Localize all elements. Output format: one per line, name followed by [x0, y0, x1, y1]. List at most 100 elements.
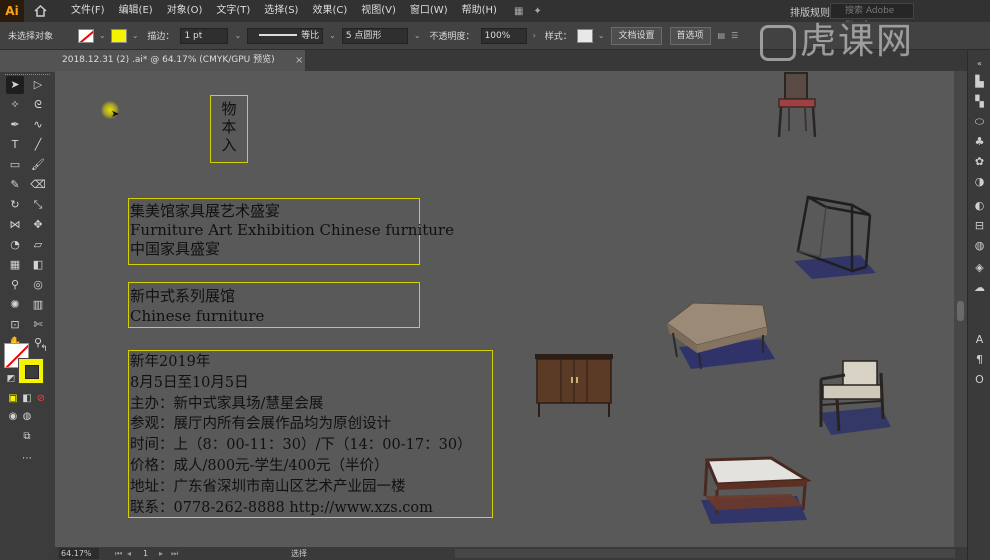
home-icon[interactable] [30, 0, 50, 22]
graphic-style-swatch[interactable] [576, 28, 593, 43]
hall-text-box[interactable]: 新中式系列展馆 Chinese furniture [128, 282, 420, 328]
eyedropper-icon[interactable]: ⚲ [6, 276, 24, 294]
title-text-box[interactable]: 集美馆家具展艺术盛宴 Furniture Art Exhibition Chin… [128, 198, 454, 265]
zoom-level-field[interactable]: 64.17% [59, 548, 99, 559]
document-setup-button[interactable]: 文档设置 [611, 26, 662, 45]
lasso-icon[interactable]: ᘓ [29, 96, 47, 114]
curvature-tool-icon[interactable]: ∿ [29, 116, 47, 134]
opacity-field[interactable]: 100% [480, 27, 527, 44]
stroke-panel-icon[interactable]: ◑ [972, 174, 987, 189]
menu-view[interactable]: 视图(V) [354, 0, 403, 22]
collapse-panels-icon[interactable]: « [972, 56, 987, 71]
stroke-color-box[interactable] [18, 358, 44, 384]
close-tab-icon[interactable]: × [295, 50, 303, 71]
stroke-profile-select[interactable]: 等比 [247, 27, 324, 44]
pen-tool-icon[interactable]: ✒ [6, 116, 24, 134]
chevron-down-icon[interactable]: ⌄ [329, 31, 336, 40]
color-panel-icon[interactable]: ▙ [972, 74, 987, 89]
menu-help[interactable]: 帮助(H) [455, 0, 504, 22]
graphic-styles-icon[interactable]: ⊟ [972, 218, 987, 233]
chevron-down-icon[interactable]: ⌄ [598, 31, 605, 40]
artboard-canvas[interactable]: ➤ 物 本 入 集美馆家具展艺术盛宴 Furniture Art Exhibit… [55, 71, 954, 547]
cube-stool-image[interactable] [790, 195, 880, 280]
brushes-panel-icon[interactable]: ♣ [972, 134, 987, 149]
next-artboard-icon[interactable]: ▸ [159, 547, 163, 560]
eraser-icon[interactable]: ⌫ [29, 176, 47, 194]
color-guide-icon[interactable]: ▚ [972, 94, 987, 109]
previous-artboard-icon[interactable]: ◂ [127, 547, 131, 560]
selection-tool-icon[interactable]: ➤ [6, 76, 24, 94]
direct-selection-tool-icon[interactable]: ▷ [29, 76, 47, 94]
horizontal-scrollbar[interactable] [455, 549, 955, 558]
gpu-performance-icon[interactable]: ✦ [533, 6, 541, 17]
chair-image-top[interactable] [773, 71, 821, 139]
stroke-swatch[interactable] [110, 28, 127, 43]
puppet-warp-icon[interactable]: ✥ [29, 216, 47, 234]
rectangle-tool-icon[interactable]: ▭ [6, 156, 24, 174]
info-text-box[interactable]: 新年2019年 8月5日至10月5日 主办：新中式家具场/慧星会展 参观：展厅内… [128, 350, 493, 518]
character-panel-icon[interactable]: A [972, 332, 987, 347]
transparency-panel-icon[interactable]: ◍ [972, 238, 987, 253]
menu-window[interactable]: 窗口(W) [403, 0, 455, 22]
screen-mode-icon[interactable]: ⧉ [18, 428, 36, 446]
panel-menu-icon[interactable]: ☰ [731, 31, 738, 40]
shaper-tool-icon[interactable]: ✎ [6, 176, 24, 194]
chevron-down-icon[interactable]: ⌄ [414, 31, 421, 40]
symbols-panel-icon[interactable]: ✿ [972, 154, 987, 169]
appearance-panel-icon[interactable]: ◐ [972, 198, 987, 213]
artboard-tool-icon[interactable]: ⊡ [6, 316, 24, 334]
menu-effect[interactable]: 效果(C) [305, 0, 354, 22]
ottoman-bench-image[interactable] [663, 295, 778, 373]
paragraph-panel-icon[interactable]: ¶ [972, 352, 987, 367]
rotate-tool-icon[interactable]: ↻ [6, 196, 24, 214]
swap-colors-icon[interactable]: ↰ [35, 340, 53, 358]
chevron-down-icon[interactable]: ⌄ [234, 31, 241, 40]
stroke-weight-field[interactable]: 1 pt [180, 27, 229, 44]
arrange-icon[interactable]: ▤ [718, 31, 726, 40]
menu-edit[interactable]: 编辑(E) [112, 0, 160, 22]
coffee-table-image[interactable] [691, 454, 811, 526]
last-artboard-icon[interactable]: ⏭ [171, 547, 178, 560]
paintbrush-icon[interactable]: 🖌 [29, 156, 47, 174]
first-artboard-icon[interactable]: ⏮ [115, 547, 122, 560]
none-mode-icon[interactable]: ⊘ [32, 390, 50, 408]
arrange-documents-icon[interactable]: ▦ [514, 6, 523, 17]
type-tool-icon[interactable]: T [6, 136, 24, 154]
document-tab[interactable]: 2018.12.31 (2) .ai* @ 64.17% (CMYK/GPU 预… [55, 50, 305, 71]
stock-search-input[interactable]: 搜索 Adobe Stock [830, 3, 914, 30]
fill-swatch[interactable] [78, 28, 95, 43]
more-tools-icon[interactable]: ⋯ [18, 450, 36, 468]
brush-select[interactable]: 5 点圆形 [341, 27, 408, 44]
chevron-right-icon[interactable]: › [533, 31, 536, 40]
graph-tool-icon[interactable]: ▥ [29, 296, 47, 314]
scrollbar-thumb[interactable] [957, 301, 964, 321]
mesh-tool-icon[interactable]: ▦ [6, 256, 24, 274]
blend-tool-icon[interactable]: ◎ [29, 276, 47, 294]
symbol-sprayer-icon[interactable]: ✺ [6, 296, 24, 314]
layers-panel-icon[interactable]: ◈ [972, 260, 987, 275]
magic-wand-icon[interactable]: ✧ [6, 96, 24, 114]
opentype-panel-icon[interactable]: O [972, 372, 987, 387]
menu-file[interactable]: 文件(F) [64, 0, 112, 22]
chevron-down-icon[interactable]: ⌄ [99, 31, 106, 40]
perspective-grid-icon[interactable]: ▱ [29, 236, 47, 254]
sideboard-cabinet-image[interactable] [533, 351, 615, 419]
brand-logo[interactable]: 物 本 入 [210, 95, 248, 163]
gradient-tool-icon[interactable]: ◧ [29, 256, 47, 274]
scale-tool-icon[interactable]: ⤡ [29, 196, 47, 214]
armchair-image[interactable] [811, 355, 893, 441]
preferences-button[interactable]: 首选项 [669, 26, 711, 45]
line-tool-icon[interactable]: ╱ [29, 136, 47, 154]
libraries-panel-icon[interactable]: ☁ [972, 280, 987, 295]
artboard-number[interactable]: 1 [143, 547, 148, 560]
menu-type[interactable]: 文字(T) [209, 0, 257, 22]
workspace-switcher[interactable]: 排版规则 [790, 4, 830, 19]
shape-builder-icon[interactable]: ◔ [6, 236, 24, 254]
default-colors-icon[interactable]: ◩ [2, 370, 20, 388]
width-tool-icon[interactable]: ⋈ [6, 216, 24, 234]
menu-select[interactable]: 选择(S) [257, 0, 305, 22]
vertical-scrollbar[interactable] [954, 71, 967, 547]
draw-behind-icon[interactable]: ◍ [18, 408, 36, 426]
slice-tool-icon[interactable]: ✄ [29, 316, 47, 334]
swatches-panel-icon[interactable]: ⬭ [972, 114, 987, 129]
